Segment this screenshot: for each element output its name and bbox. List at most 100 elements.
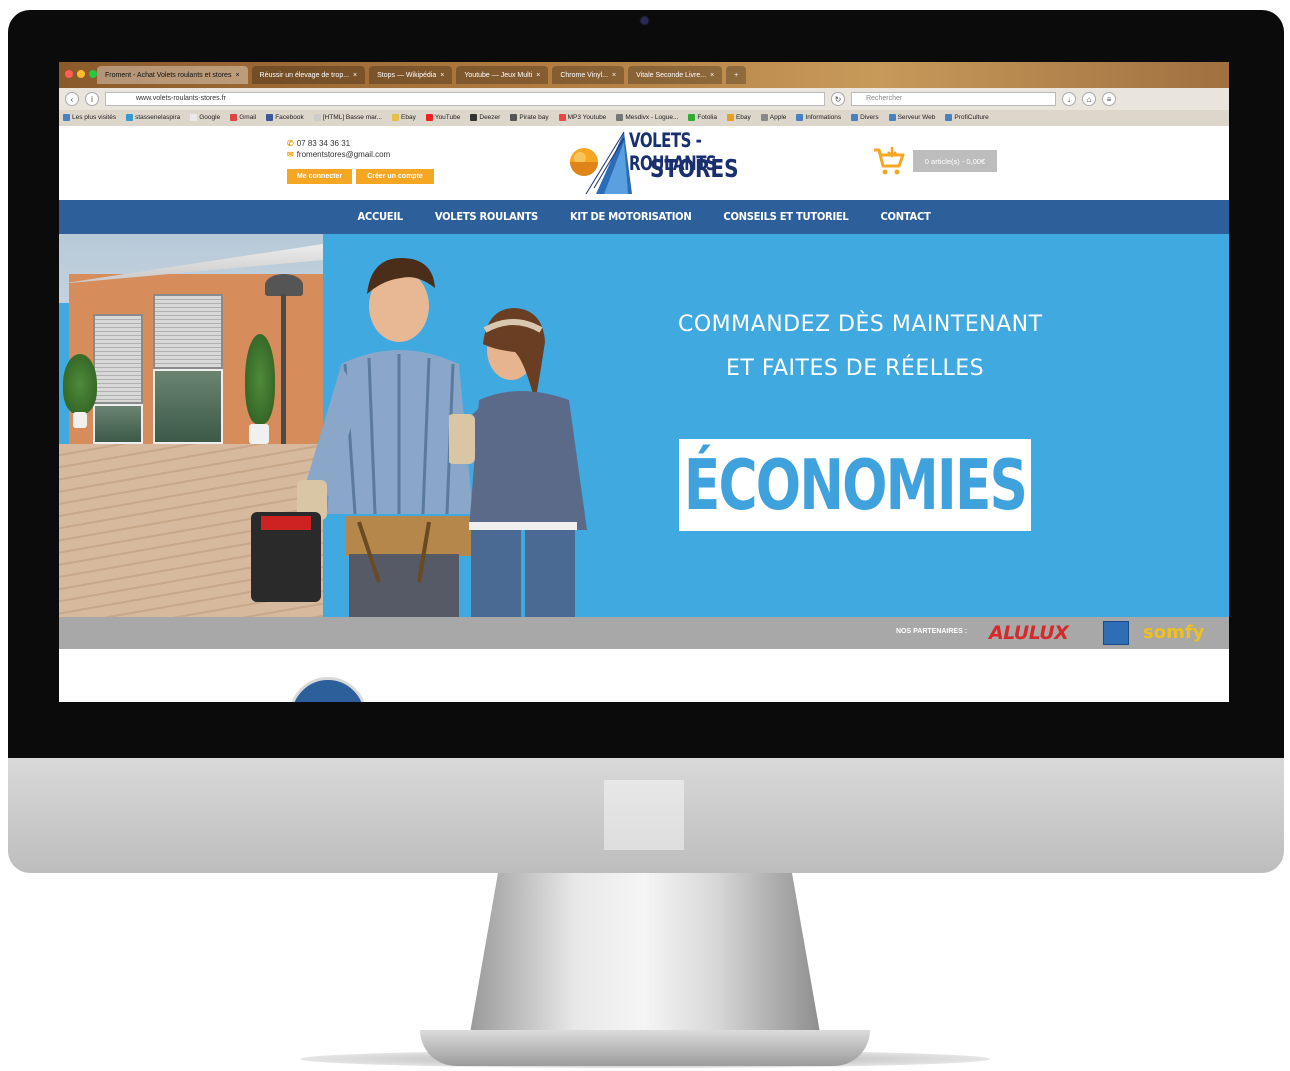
phone-line: ✆ 07 83 34 36 31 bbox=[287, 139, 351, 148]
window-controls bbox=[65, 70, 97, 78]
bookmark-item[interactable]: [HTML] Basse mar... bbox=[313, 114, 382, 122]
deezer-icon bbox=[470, 114, 478, 122]
fotolia-icon bbox=[688, 114, 696, 122]
nav-item-kit-motorisation[interactable]: KIT DE MOTORISATION bbox=[570, 211, 692, 223]
webcam-icon bbox=[641, 17, 648, 24]
tab-close-icon[interactable]: × bbox=[353, 72, 357, 79]
cart-icon[interactable] bbox=[873, 146, 905, 176]
browser-address-bar: ‹ i www.volets-roulants-stores.fr ↻ Rech… bbox=[59, 88, 1229, 110]
economies-badge: ÉCONOMIES bbox=[679, 439, 1031, 531]
flower-pot bbox=[73, 412, 87, 428]
close-window-icon[interactable] bbox=[65, 70, 73, 78]
browser-tabs-bar: Froment - Achat Volets roulants et store… bbox=[59, 62, 1229, 88]
partner-somfy-logo[interactable]: somfy bbox=[1143, 622, 1204, 643]
info-button[interactable]: i bbox=[85, 92, 99, 106]
monitor-stand-base bbox=[420, 1030, 870, 1066]
back-arrow-icon: ‹ bbox=[70, 94, 74, 104]
browser-tab[interactable]: Chrome Vinyl... × bbox=[552, 66, 625, 84]
email-line[interactable]: ✉ fromentstores@gmail.com bbox=[287, 149, 390, 160]
tab-close-icon[interactable]: × bbox=[710, 72, 714, 79]
bookmark-item[interactable]: Fotolia bbox=[688, 114, 717, 122]
new-tab-button[interactable]: + bbox=[726, 66, 747, 84]
search-input[interactable]: Rechercher bbox=[851, 92, 1056, 106]
ebay-icon bbox=[726, 114, 734, 122]
economies-text: ÉCONOMIES bbox=[683, 444, 1028, 526]
google-icon bbox=[190, 114, 198, 122]
bookmark-item[interactable]: Gmail bbox=[230, 114, 256, 122]
bookmark-item[interactable]: Ebay bbox=[392, 114, 416, 122]
minimize-window-icon[interactable] bbox=[77, 70, 85, 78]
nav-item-accueil[interactable]: ACCUEIL bbox=[357, 211, 403, 223]
nav-item-conseils[interactable]: CONSEILS ET TUTORIEL bbox=[723, 211, 848, 223]
phone-icon: ✆ bbox=[287, 139, 294, 148]
logo-line-2: STORES bbox=[650, 153, 739, 183]
bookmark-item[interactable]: Les plus visités bbox=[63, 114, 116, 122]
bookmark-item[interactable]: Ebay bbox=[726, 114, 751, 122]
ebay-icon bbox=[392, 114, 399, 122]
browser-tab[interactable]: Youtube — Jeux Multi × bbox=[456, 66, 549, 84]
nav-item-contact[interactable]: CONTACT bbox=[880, 211, 930, 223]
partner-blue-logo[interactable] bbox=[1103, 621, 1129, 645]
monitor-stand-neck bbox=[470, 873, 820, 1033]
folder-icon bbox=[851, 114, 859, 122]
create-account-button[interactable]: Créer un compte bbox=[356, 169, 434, 184]
site-header: ✆ 07 83 34 36 31 ✉ fromentstores@gmail.com… bbox=[59, 126, 1229, 200]
bookmark-item[interactable]: Deezer bbox=[470, 114, 500, 122]
cart-summary-button[interactable]: 0 article(s) - 0,00€ bbox=[913, 150, 997, 172]
browser-tab[interactable]: Vitale Seconde Livre... × bbox=[628, 66, 723, 84]
login-button[interactable]: Me connecter bbox=[287, 169, 352, 184]
tab-close-icon[interactable]: × bbox=[235, 72, 239, 79]
browser-tab[interactable]: Stops — Wikipédia × bbox=[369, 66, 453, 84]
plus-icon: + bbox=[734, 71, 739, 79]
bookmark-item[interactable]: YouTube bbox=[425, 114, 460, 122]
hero-headline-line1: COMMANDEZ DÈS MAINTENANT bbox=[678, 312, 1043, 337]
shopping-cart-icon bbox=[874, 147, 905, 175]
bookmark-item[interactable]: ProfiCulture bbox=[945, 114, 989, 122]
back-button[interactable]: ‹ bbox=[65, 92, 79, 106]
tab-close-icon[interactable]: × bbox=[612, 72, 616, 79]
monitor-mockup: Froment - Achat Volets roulants et store… bbox=[0, 0, 1290, 1071]
download-icon: ↓ bbox=[1067, 94, 1071, 104]
bookmark-item[interactable]: Serveur Web bbox=[888, 114, 935, 122]
browser-screen: Froment - Achat Volets roulants et store… bbox=[59, 62, 1229, 702]
gmail-icon bbox=[230, 114, 238, 122]
browser-tab[interactable]: Réussir un élevage de trop... × bbox=[251, 66, 366, 84]
menu-button[interactable]: ≡ bbox=[1102, 92, 1116, 106]
rolling-shutter bbox=[153, 294, 223, 369]
bookmark-item[interactable]: Divers bbox=[851, 114, 879, 122]
url-input[interactable]: www.volets-roulants-stores.fr bbox=[105, 92, 825, 106]
facebook-icon bbox=[266, 114, 274, 122]
bookmarks-bar: Les plus visités stassenelaspira Google … bbox=[59, 110, 1229, 126]
site-logo[interactable]: VOLETS - ROULANTS STORES bbox=[566, 128, 739, 196]
folder-icon bbox=[796, 114, 804, 122]
folder-icon bbox=[945, 114, 953, 122]
bookmark-item[interactable]: Apple bbox=[760, 114, 786, 122]
browser-tab[interactable]: Froment - Achat Volets roulants et store… bbox=[97, 66, 248, 84]
tab-close-icon[interactable]: × bbox=[440, 72, 444, 79]
download-button[interactable]: ↓ bbox=[1062, 92, 1076, 106]
reload-button[interactable]: ↻ bbox=[831, 92, 845, 106]
bookmark-item[interactable]: Google bbox=[190, 114, 220, 122]
apple-icon bbox=[760, 114, 768, 122]
home-button[interactable]: ⌂ bbox=[1082, 92, 1096, 106]
maximize-window-icon[interactable] bbox=[89, 70, 97, 78]
partners-label: NOS PARTENAIRES : bbox=[896, 628, 968, 635]
bookmark-item[interactable]: Informations bbox=[796, 114, 841, 122]
bookmark-item[interactable]: Pirate bay bbox=[510, 114, 549, 122]
bookmark-icon bbox=[313, 114, 321, 122]
nav-item-volets-roulants[interactable]: VOLETS ROULANTS bbox=[435, 211, 538, 223]
bookmark-icon bbox=[616, 114, 624, 122]
hero-banner[interactable]: COMMANDEZ DÈS MAINTENANT ET FAITES DE RÉ… bbox=[59, 234, 1229, 617]
bookmark-item[interactable]: MP3 Youtube bbox=[558, 114, 606, 122]
bookmark-item[interactable]: Mesdivx - Logue... bbox=[616, 114, 678, 122]
partner-alulux-logo[interactable]: ALULUX bbox=[989, 622, 1069, 644]
tab-close-icon[interactable]: × bbox=[536, 72, 540, 79]
bookmark-item[interactable]: Facebook bbox=[266, 114, 304, 122]
youtube-icon bbox=[558, 114, 566, 122]
bookmark-icon bbox=[63, 114, 70, 122]
bookmark-item[interactable]: stassenelaspira bbox=[126, 114, 180, 122]
hero-headline-line2: ET FAITES DE RÉELLES bbox=[726, 356, 985, 381]
main-navigation: ACCUEIL VOLETS ROULANTS KIT DE MOTORISAT… bbox=[59, 200, 1229, 234]
folder-icon bbox=[888, 114, 896, 122]
rolling-shutter bbox=[93, 314, 143, 404]
